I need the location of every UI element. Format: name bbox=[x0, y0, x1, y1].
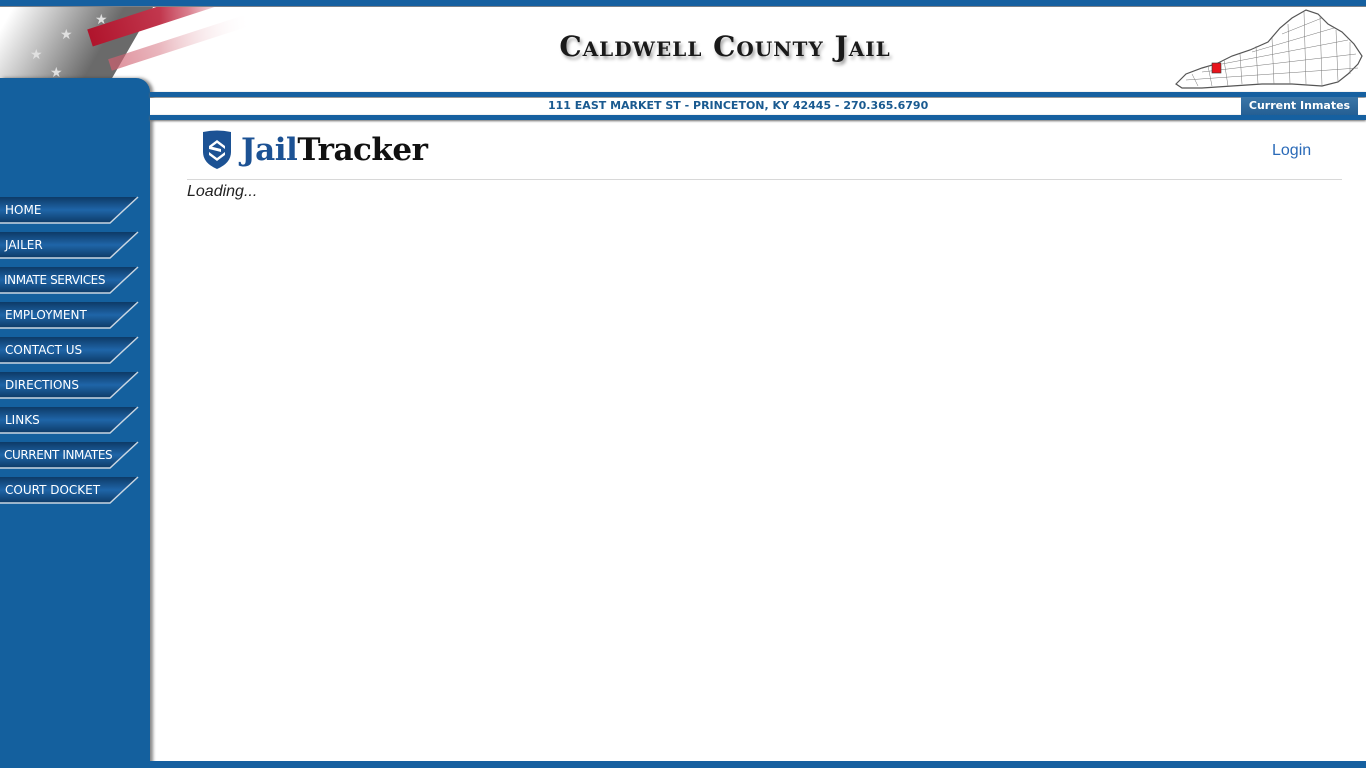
sidebar-item-label: INMATE SERVICES bbox=[4, 273, 106, 287]
login-link[interactable]: Login bbox=[1272, 142, 1311, 160]
top-border-bar bbox=[0, 0, 1366, 7]
shield-icon bbox=[203, 130, 231, 169]
kentucky-map-image bbox=[1175, 9, 1363, 89]
content-divider bbox=[187, 179, 1342, 180]
sidebar-item-label: CURRENT INMATES bbox=[4, 448, 113, 462]
sidebar-item-directions[interactable]: DIRECTIONS bbox=[0, 371, 140, 399]
sidebar-item-current-inmates[interactable]: CURRENT INMATES bbox=[0, 441, 140, 469]
header-divider-bottom bbox=[150, 115, 1366, 120]
caldwell-county-highlight bbox=[1211, 62, 1222, 74]
sidebar-item-label: COURT DOCKET bbox=[5, 483, 101, 497]
sidebar-item-contact-us[interactable]: CONTACT US bbox=[0, 336, 140, 364]
sidebar-nav: HOME JAILER INMATE SERVICES EMPLOYMENT C… bbox=[0, 196, 150, 511]
logo-text-tracker: Tracker bbox=[297, 132, 428, 168]
flag-banner-image: ★ ★ ★ ★ bbox=[0, 7, 250, 83]
jailtracker-logo: JailTracker bbox=[201, 130, 428, 170]
footer-bar bbox=[150, 761, 1366, 768]
sidebar-item-label: CONTACT US bbox=[5, 343, 83, 357]
sidebar-item-inmate-services[interactable]: INMATE SERVICES bbox=[0, 266, 140, 294]
site-title: Caldwell County Jail bbox=[559, 30, 891, 63]
address-text: 111 EAST MARKET ST - PRINCETON, KY 42445… bbox=[548, 99, 929, 112]
sidebar-item-employment[interactable]: EMPLOYMENT bbox=[0, 301, 140, 329]
sidebar-item-label: LINKS bbox=[5, 413, 40, 427]
sidebar-item-label: DIRECTIONS bbox=[5, 378, 79, 392]
sidebar-item-jailer[interactable]: JAILER bbox=[0, 231, 140, 259]
sidebar-item-court-docket[interactable]: COURT DOCKET bbox=[0, 476, 140, 504]
logo-text-jail: Jail bbox=[241, 132, 298, 168]
sidebar-item-label: EMPLOYMENT bbox=[5, 308, 87, 322]
address-bar: 111 EAST MARKET ST - PRINCETON, KY 42445… bbox=[150, 98, 1366, 115]
sidebar-item-label: HOME bbox=[5, 203, 42, 217]
sidebar-item-links[interactable]: LINKS bbox=[0, 406, 140, 434]
sidebar-item-home[interactable]: HOME bbox=[0, 196, 140, 224]
header-divider-top bbox=[150, 92, 1366, 97]
loading-status: Loading... bbox=[187, 183, 258, 200]
current-inmates-button[interactable]: Current Inmates bbox=[1241, 97, 1358, 115]
sidebar-item-label: JAILER bbox=[5, 238, 43, 252]
